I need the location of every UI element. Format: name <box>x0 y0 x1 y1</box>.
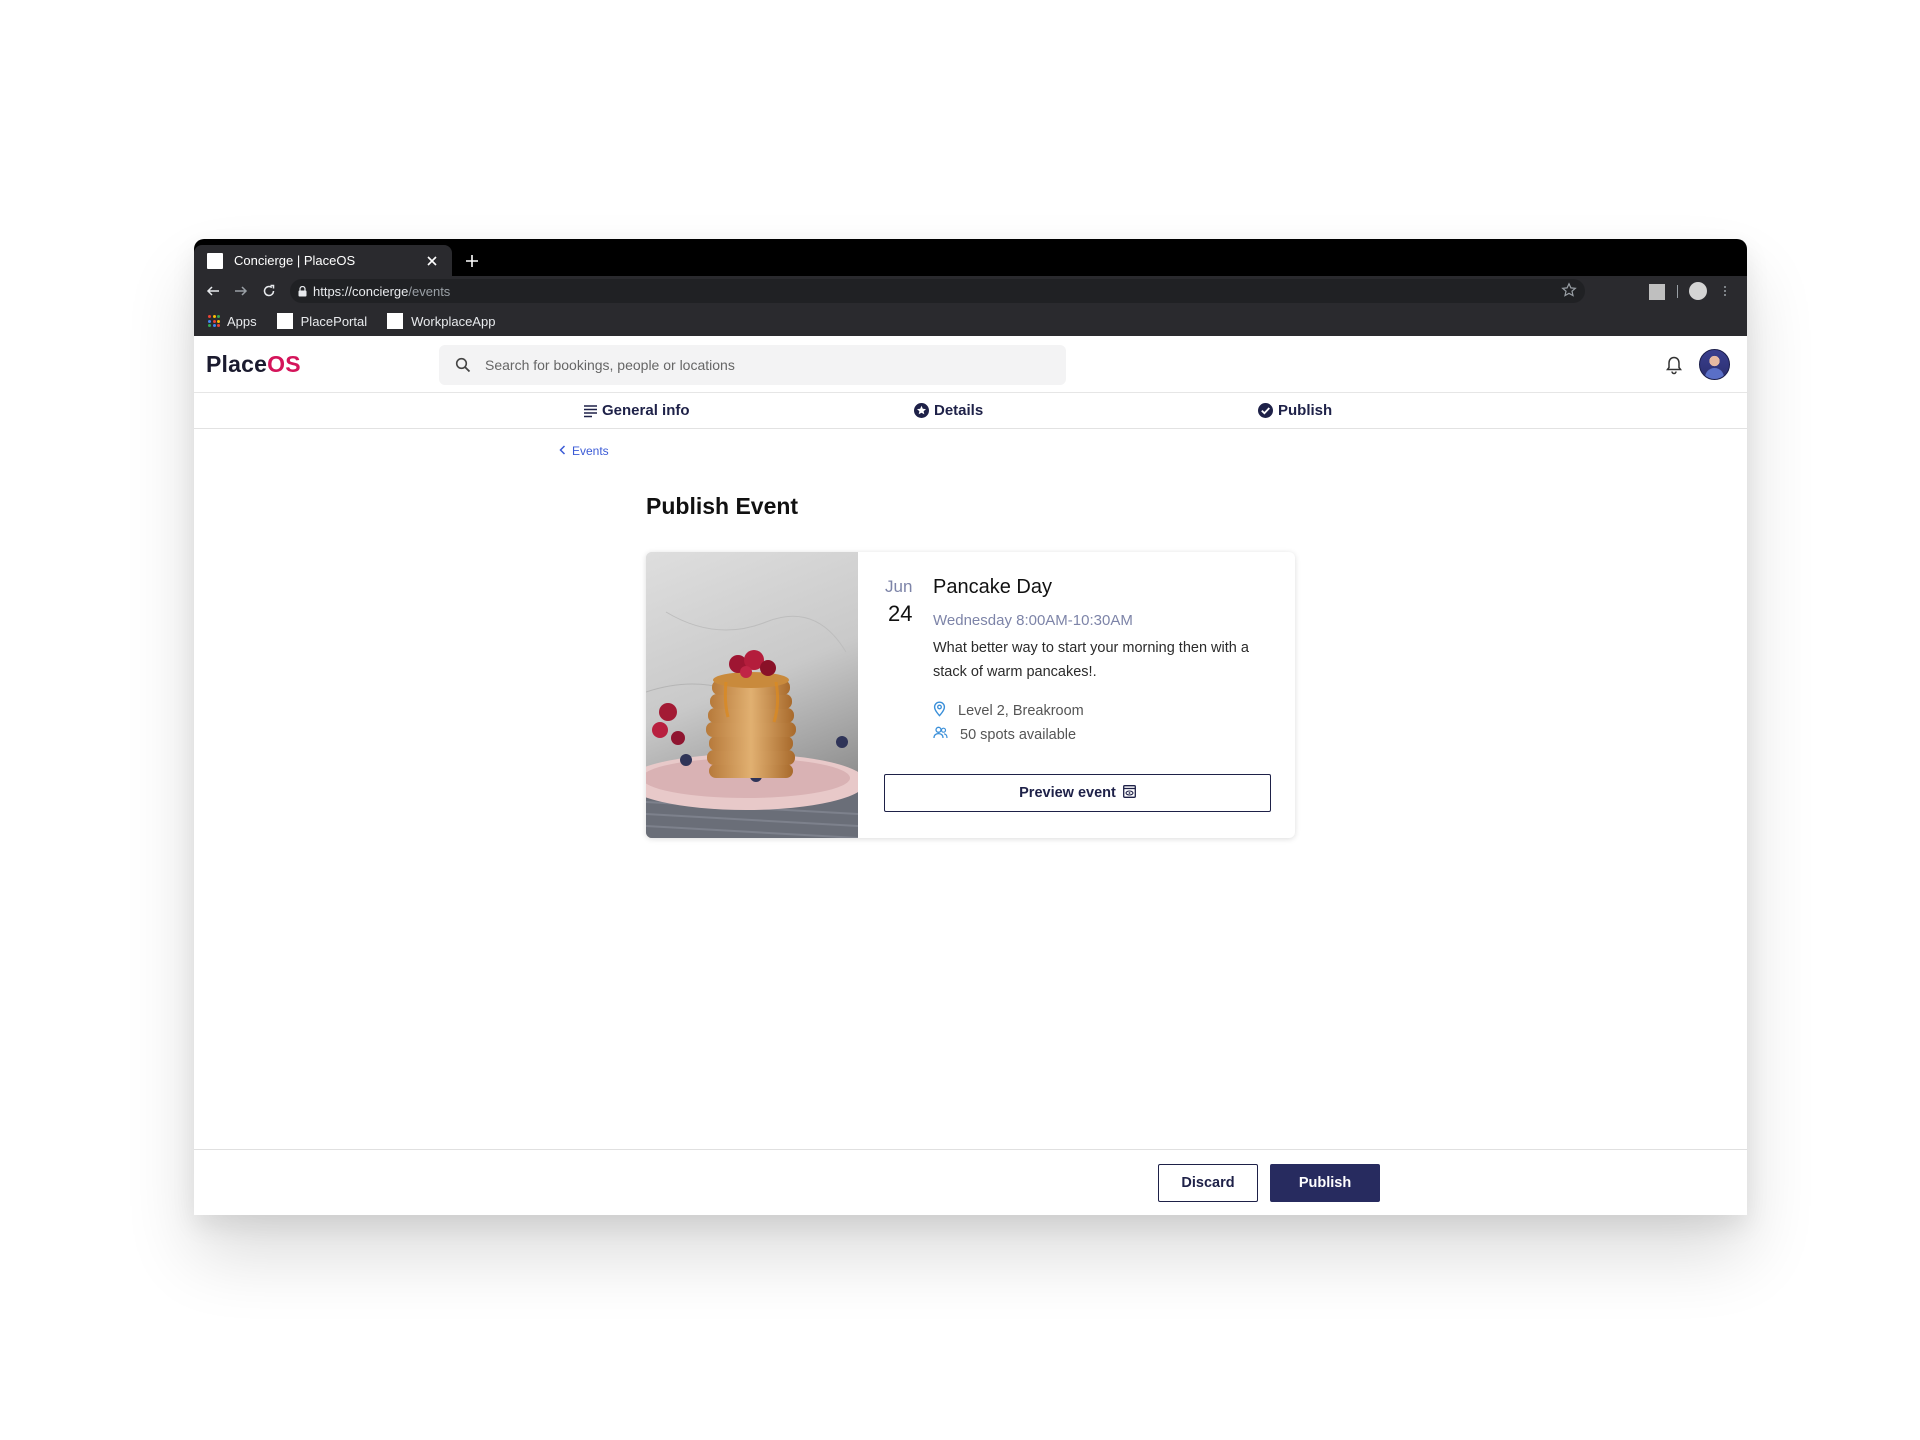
tab-favicon-icon <box>207 252 223 269</box>
page-title: Publish Event <box>646 493 799 519</box>
bookmark-star-icon[interactable] <box>1561 282 1577 303</box>
step-label: Details <box>934 402 984 419</box>
breadcrumb-back-link[interactable]: Events <box>559 444 609 458</box>
event-spots: 50 spots available <box>933 726 1076 743</box>
bookmark-favicon-icon <box>387 313 404 329</box>
apps-grid-icon <box>208 315 220 327</box>
bookmark-label: WorkplaceApp <box>411 313 496 329</box>
address-bar[interactable]: https://concierge/events <box>290 279 1585 303</box>
new-tab-icon[interactable] <box>460 249 484 273</box>
toolbar-divider <box>1677 285 1678 298</box>
bookmark-label: Apps <box>227 313 257 329</box>
action-footer: Discard Publish <box>194 1149 1747 1215</box>
browser-tab[interactable]: Concierge | PlaceOS <box>194 245 452 276</box>
browser-menu-icon[interactable] <box>1720 281 1730 301</box>
browser-tab-bar: Concierge | PlaceOS <box>194 239 1747 276</box>
location-text: Level 2, Breakroom <box>958 703 1084 719</box>
url-path: /events <box>408 283 451 299</box>
preview-label: Preview event <box>1019 785 1116 801</box>
step-label: Publish <box>1278 402 1333 419</box>
bookmark-label: PlacePortal <box>300 313 368 329</box>
search-icon <box>455 357 471 373</box>
lock-icon <box>298 285 307 297</box>
browser-window: Concierge | PlaceOS https://concierge/ev… <box>194 239 1747 1215</box>
event-title: Pancake Day <box>933 576 1052 598</box>
event-card: Jun 24 Pancake Day Wednesday 8:00AM-10:3… <box>646 552 1295 838</box>
bookmark-workplaceapp[interactable]: WorkplaceApp <box>387 313 495 329</box>
chevron-left-icon <box>559 444 566 458</box>
breadcrumb-label: Events <box>572 444 609 458</box>
event-photo <box>646 552 858 838</box>
list-icon <box>583 404 598 418</box>
search-input[interactable] <box>483 356 1027 374</box>
event-location: Level 2, Breakroom <box>933 701 1084 721</box>
bookmark-favicon-icon <box>276 313 293 329</box>
tab-close-icon[interactable] <box>420 249 444 273</box>
step-details[interactable]: Details <box>913 393 983 428</box>
reload-icon[interactable] <box>258 280 280 302</box>
step-publish[interactable]: Publish <box>1257 393 1332 428</box>
tab-title: Concierge | PlaceOS <box>234 253 356 268</box>
bookmark-apps[interactable]: Apps <box>194 314 257 329</box>
star-circle-icon <box>913 402 930 419</box>
url-host: https://concierge <box>313 283 409 299</box>
user-avatar[interactable] <box>1699 349 1730 380</box>
bookmarks-bar: Apps PlacePortal WorkplaceApp <box>194 306 1747 336</box>
spots-text: 50 spots available <box>960 726 1077 743</box>
preview-icon <box>1122 784 1136 802</box>
event-details: Jun 24 Pancake Day Wednesday 8:00AM-10:3… <box>858 552 1295 838</box>
notification-bell-icon[interactable] <box>1662 353 1686 377</box>
profile-icon[interactable] <box>1689 282 1707 300</box>
event-time: Wednesday 8:00AM-10:30AM <box>933 612 1133 629</box>
people-icon <box>933 726 948 743</box>
extension-icon[interactable] <box>1649 284 1665 300</box>
location-pin-icon <box>933 701 946 721</box>
back-icon[interactable] <box>202 280 224 302</box>
step-label: General info <box>602 402 690 419</box>
event-description: What better way to start your morning th… <box>933 640 1249 680</box>
step-general-info[interactable]: General info <box>583 393 690 428</box>
step-navigation: General info Details Publish <box>194 393 1747 429</box>
forward-icon[interactable] <box>230 280 252 302</box>
bookmark-placeportal[interactable]: PlacePortal <box>276 313 368 329</box>
search-bar[interactable] <box>439 345 1066 385</box>
publish-button[interactable]: Publish <box>1270 1164 1380 1202</box>
check-circle-icon <box>1257 402 1274 419</box>
event-day: 24 <box>888 601 913 626</box>
browser-toolbar: https://concierge/events <box>194 276 1747 306</box>
event-month: Jun <box>885 577 913 596</box>
discard-button[interactable]: Discard <box>1158 1164 1258 1202</box>
preview-event-button[interactable]: Preview event <box>884 774 1271 812</box>
placeos-logo[interactable]: PlaceOS <box>206 351 301 378</box>
app-header: PlaceOS <box>194 336 1747 393</box>
